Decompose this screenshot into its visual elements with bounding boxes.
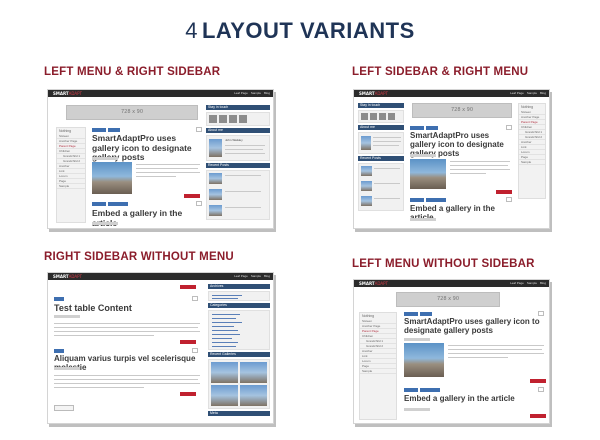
read-more-button[interactable]: [180, 392, 196, 396]
category-tag: [410, 126, 424, 130]
post-title: Test table Content: [54, 303, 132, 313]
layout-preview: SMARTADAPT Leaf Page Sample Blog 728 x 90 …: [353, 279, 550, 424]
layout-preview: SMARTADAPT Leaf Page Sample Blog Test tabl…: [47, 272, 274, 424]
category-tag: [404, 388, 418, 392]
variant-title: LEFT SIDEBAR & RIGHT MENU: [352, 66, 529, 78]
category-tag: [92, 202, 106, 206]
right-menu: Nothing Sixteen Another Page Parent Page…: [518, 103, 546, 199]
post-date: [404, 338, 430, 341]
comment-count: [196, 127, 202, 132]
title-text: LAYOUT VARIANTS: [201, 18, 415, 43]
category-tag: [420, 388, 440, 392]
page-title: 4 LAYOUT VARIANTS: [0, 18, 600, 44]
variant-title: RIGHT SIDEBAR WITHOUT MENU: [44, 251, 234, 263]
post-title: SmartAdaptPro uses gallery icon to desig…: [404, 317, 540, 335]
category-tag: [420, 312, 432, 316]
category-tag: [426, 198, 446, 202]
comment-count: [506, 125, 512, 130]
post-title: Embed a gallery in the article: [92, 208, 183, 227]
read-more-button[interactable]: [530, 414, 546, 418]
layout-preview: SMARTADAPT Leaf Page Sample Blog 728 x 90 …: [47, 89, 274, 229]
top-nav: Leaf Page Sample Blog: [510, 281, 546, 285]
right-sidebar: Stay in touch About me John Walsley Rece…: [206, 105, 270, 220]
left-menu: Nothing Sixteen Another Page Parent Page…: [56, 127, 86, 223]
site-logo: SMARTADAPT: [357, 91, 390, 96]
post-date: [404, 408, 430, 411]
site-logo: SMARTADAPT: [357, 281, 390, 286]
post-date: [410, 218, 436, 221]
comment-count: [192, 348, 198, 353]
post-title: Embed a gallery in the article: [404, 394, 515, 403]
category-tag: [404, 312, 418, 316]
variant-left-menu-without-sidebar: LEFT MENU WITHOUT SIDEBAR SMARTADAPT Lea…: [352, 258, 562, 438]
top-nav: Leaf Page Sample Blog: [234, 274, 270, 278]
older-entries-button[interactable]: [54, 405, 74, 411]
left-sidebar: Stay in touch About me Recent Posts: [358, 103, 404, 211]
comment-count: [192, 296, 198, 301]
variant-left-sidebar-right-menu: LEFT SIDEBAR & RIGHT MENU SMARTADAPT Lea…: [352, 66, 562, 241]
left-menu: Nothing Sixteen Another Page Parent Page…: [359, 312, 397, 420]
comment-count: [506, 197, 512, 202]
variant-left-menu-right-sidebar: LEFT MENU & RIGHT SIDEBAR SMARTADAPT Lea…: [44, 66, 279, 241]
banner-placeholder: 728 x 90: [412, 103, 512, 118]
title-number: 4: [185, 18, 198, 43]
site-logo: SMARTADAPT: [51, 91, 84, 96]
comment-count: [538, 311, 544, 316]
category-tag: [410, 198, 424, 202]
read-more-button[interactable]: [180, 340, 196, 344]
right-sidebar: Archives Categories Recent Galleries Met…: [208, 284, 270, 416]
top-nav: Leaf Page Sample Blog: [510, 91, 546, 95]
variant-title: LEFT MENU & RIGHT SIDEBAR: [44, 66, 221, 78]
banner-placeholder: 728 x 90: [66, 105, 198, 120]
category-tag: [54, 349, 64, 353]
post-photo: [410, 159, 446, 189]
top-nav: Leaf Page Sample Blog: [234, 91, 270, 95]
post-title: Aliquam varius turpis vel scelerisque mo…: [54, 354, 196, 372]
variant-title: LEFT MENU WITHOUT SIDEBAR: [352, 258, 535, 270]
post-date: [410, 154, 436, 157]
category-tag: [426, 126, 438, 130]
post-date: [54, 367, 80, 370]
comment-count: [196, 201, 202, 206]
category-tag: [92, 128, 106, 132]
category-tag: [108, 128, 120, 132]
site-logo: SMARTADAPT: [51, 274, 84, 279]
post-date: [92, 222, 118, 225]
layout-preview: SMARTADAPT Leaf Page Sample Blog 728 x 90 …: [353, 89, 550, 229]
read-more-button[interactable]: [496, 190, 512, 194]
comment-count: [538, 387, 544, 392]
post-photo: [92, 162, 132, 194]
read-more-button[interactable]: [530, 379, 546, 383]
category-tag: [108, 202, 128, 206]
banner-placeholder: 728 x 90: [396, 292, 500, 307]
read-more-button[interactable]: [184, 194, 200, 198]
post-date: [54, 315, 80, 318]
category-tag: [54, 297, 64, 301]
post-date: [92, 157, 118, 160]
post-photo: [404, 343, 444, 377]
variant-right-sidebar-without-menu: RIGHT SIDEBAR WITHOUT MENU SMARTADAPT Le…: [44, 251, 279, 433]
